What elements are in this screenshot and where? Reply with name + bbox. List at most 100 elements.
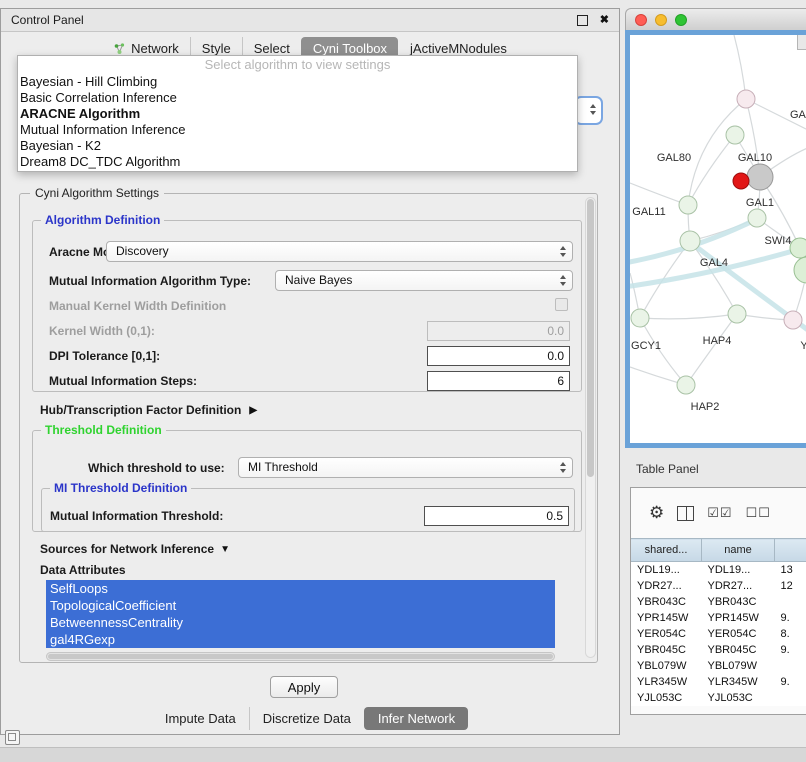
expanded-arrow-icon[interactable]: ▼ — [220, 544, 230, 555]
network-node[interactable] — [631, 309, 649, 327]
manual-kernel-width-label: Manual Kernel Width Definition — [49, 299, 226, 313]
sources-section[interactable]: Sources for Network Inference ▼ — [40, 542, 230, 556]
sources-label: Sources for Network Inference — [40, 542, 214, 556]
tab-label: Cyni Toolbox — [313, 41, 387, 56]
table-cell: 9. — [775, 610, 806, 626]
table-cell: 9. — [775, 674, 806, 690]
table-cell — [775, 658, 806, 674]
apply-button[interactable]: Apply — [270, 676, 338, 698]
close-icon[interactable]: ✖ — [600, 15, 609, 26]
algorithm-combobox-fragment[interactable] — [574, 96, 603, 125]
data-attribute-item[interactable]: BetweennessCentrality — [46, 614, 555, 631]
network-canvas[interactable]: GAL80GAL10GAL11GAL1SWI4GAL4GCY1HAP4HAP2G… — [630, 35, 806, 443]
combobox-arrows-icon — [560, 246, 566, 257]
algorithm-option[interactable]: ARACNE Algorithm — [18, 106, 577, 122]
table-cell: YBR043C — [702, 594, 775, 610]
data-attribute-item[interactable]: TopologicalCoefficient — [46, 597, 555, 614]
mac-zoom-icon[interactable] — [675, 14, 687, 26]
network-node[interactable] — [748, 209, 766, 227]
table-cell — [775, 690, 806, 706]
algorithm-option[interactable]: Mutual Information Inference — [18, 122, 577, 138]
status-strip — [0, 747, 806, 762]
node-label: GAL — [790, 109, 806, 121]
frame-title: Cyni Algorithm Settings — [30, 186, 164, 200]
group-title: Algorithm Definition — [41, 213, 164, 227]
mi-threshold-field[interactable]: 0.5 — [424, 506, 569, 526]
gear-icon[interactable]: ⚙ — [649, 503, 664, 523]
tab-discretize-data[interactable]: Discretize Data — [249, 707, 364, 730]
network-icon — [113, 43, 126, 55]
network-edge — [686, 314, 737, 385]
control-panel-titlebar: Control Panel ✖ — [1, 9, 619, 32]
table-cell: YJL053C — [702, 690, 775, 706]
data-attributes-list[interactable]: SelfLoopsTopologicalCoefficientBetweenne… — [46, 580, 555, 648]
network-node[interactable] — [728, 305, 746, 323]
node-label: GAL1 — [746, 197, 774, 209]
network-node[interactable] — [677, 376, 695, 394]
dpi-tolerance-field[interactable]: 0.0 — [427, 346, 570, 366]
algorithm-option[interactable]: Bayesian - K2 — [18, 138, 577, 154]
table-cell: YER054C — [631, 626, 702, 642]
scrollbar-thumb[interactable] — [587, 199, 594, 477]
data-attribute-item[interactable]: SelfLoops — [46, 580, 555, 597]
tab-infer-network[interactable]: Infer Network — [364, 707, 468, 730]
columns-icon[interactable] — [677, 506, 694, 521]
mi-algorithm-type-combobox[interactable]: Naive Bayes — [275, 270, 573, 291]
mi-steps-field[interactable]: 6 — [427, 371, 570, 391]
table-row[interactable]: YJL053CYJL053C — [631, 690, 806, 706]
mac-minimize-icon[interactable] — [655, 14, 667, 26]
column-header-partial[interactable] — [775, 539, 806, 562]
table-row[interactable]: YBR045CYBR045C9. — [631, 642, 806, 658]
table-row[interactable]: YPR145WYPR145W9. — [631, 610, 806, 626]
collapsed-arrow-icon[interactable]: ▶ — [249, 405, 257, 416]
network-node[interactable] — [747, 164, 773, 190]
combobox-value: Discovery — [116, 244, 169, 258]
node-label: Y — [800, 340, 806, 352]
which-threshold-combobox[interactable]: MI Threshold — [238, 457, 573, 478]
algorithm-option[interactable]: Basic Correlation Inference — [18, 90, 577, 106]
network-node[interactable] — [733, 173, 749, 189]
select-all-checkboxes-icon[interactable]: ☑☑ — [707, 505, 732, 521]
table-cell: 9. — [775, 642, 806, 658]
node-label: GAL80 — [657, 152, 691, 164]
mi-steps-label: Mutual Information Steps: — [49, 374, 197, 388]
network-node[interactable] — [679, 196, 697, 214]
network-window-focus-border: GAL80GAL10GAL11GAL1SWI4GAL4GCY1HAP4HAP2G… — [625, 30, 806, 448]
panel-dock-icon[interactable] — [5, 730, 20, 745]
column-header-name[interactable]: name — [702, 539, 775, 562]
tab-impute-data[interactable]: Impute Data — [152, 707, 249, 730]
network-node[interactable] — [726, 126, 744, 144]
hub-definition-section[interactable]: Hub/Transcription Factor Definition ▶ — [40, 403, 257, 417]
horizontal-scrollbar[interactable] — [46, 652, 555, 661]
table-toolbar: ⚙ ☑☑ ☐☐ — [631, 488, 806, 538]
table-cell: YER054C — [702, 626, 775, 642]
combobox-arrows-icon — [590, 104, 596, 115]
table-row[interactable]: YBL079WYBL079W — [631, 658, 806, 674]
network-node[interactable] — [790, 238, 806, 258]
float-window-icon[interactable] — [577, 15, 588, 26]
column-header-shared-name[interactable]: shared... — [631, 539, 702, 562]
table-row[interactable]: YDR27...YDR27...12 — [631, 578, 806, 594]
table-cell: YLR345W — [631, 674, 702, 690]
mi-threshold-definition-group: MI Threshold Definition Mutual Informati… — [41, 488, 575, 532]
network-node[interactable] — [680, 231, 700, 251]
mac-close-icon[interactable] — [635, 14, 647, 26]
table-row[interactable]: YBR043CYBR043C — [631, 594, 806, 610]
network-node[interactable] — [737, 90, 755, 108]
data-attribute-item[interactable]: gal4RGexp — [46, 631, 555, 648]
scrollbar-thumb[interactable] — [48, 654, 553, 659]
vertical-scrollbar[interactable] — [585, 197, 596, 658]
network-node[interactable] — [784, 311, 802, 329]
table-row[interactable]: YLR345WYLR345W9. — [631, 674, 806, 690]
algorithm-option[interactable]: Dream8 DC_TDC Algorithm — [18, 154, 577, 170]
algorithm-option[interactable]: Bayesian - Hill Climbing — [18, 74, 577, 90]
aracne-mode-combobox[interactable]: Discovery — [106, 241, 573, 262]
dropdown-items: Bayesian - Hill ClimbingBasic Correlatio… — [18, 74, 577, 170]
clear-all-checkboxes-icon[interactable]: ☐☐ — [746, 505, 771, 521]
dpi-tolerance-label: DPI Tolerance [0,1]: — [49, 349, 160, 363]
table-row[interactable]: YER054CYER054C8. — [631, 626, 806, 642]
table-row[interactable]: YDL19...YDL19...13 — [631, 562, 806, 579]
network-node[interactable] — [794, 257, 806, 283]
scrollbar-corner — [797, 35, 806, 50]
node-label: GAL11 — [632, 206, 665, 218]
